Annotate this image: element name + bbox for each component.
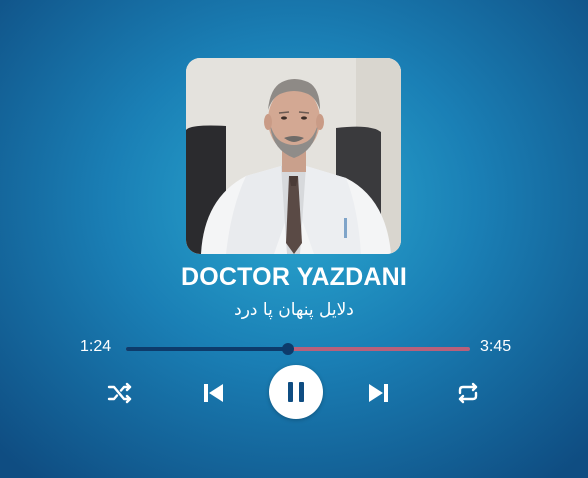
repeat-icon [455, 382, 481, 404]
album-cover-image [186, 58, 401, 254]
previous-button[interactable] [197, 378, 231, 408]
pause-icon [286, 381, 306, 403]
progress-handle[interactable] [281, 343, 294, 355]
next-button[interactable] [361, 378, 395, 408]
skip-next-icon [367, 383, 389, 403]
skip-previous-icon [203, 383, 225, 403]
shuffle-button[interactable] [103, 378, 137, 408]
music-player: DOCTOR YAZDANI دلایل پنهان پا درد 1:24 3… [0, 0, 588, 478]
progress-fill [126, 347, 288, 351]
artist-name: DOCTOR YAZDANI [181, 263, 407, 291]
track-title: دلایل پنهان پا درد [234, 300, 354, 320]
play-pause-button[interactable] [269, 365, 323, 419]
repeat-button[interactable] [451, 378, 485, 408]
current-time: 1:24 [80, 338, 112, 355]
total-time: 3:45 [480, 338, 512, 355]
shuffle-icon [107, 382, 133, 404]
progress-bar[interactable] [126, 343, 470, 355]
